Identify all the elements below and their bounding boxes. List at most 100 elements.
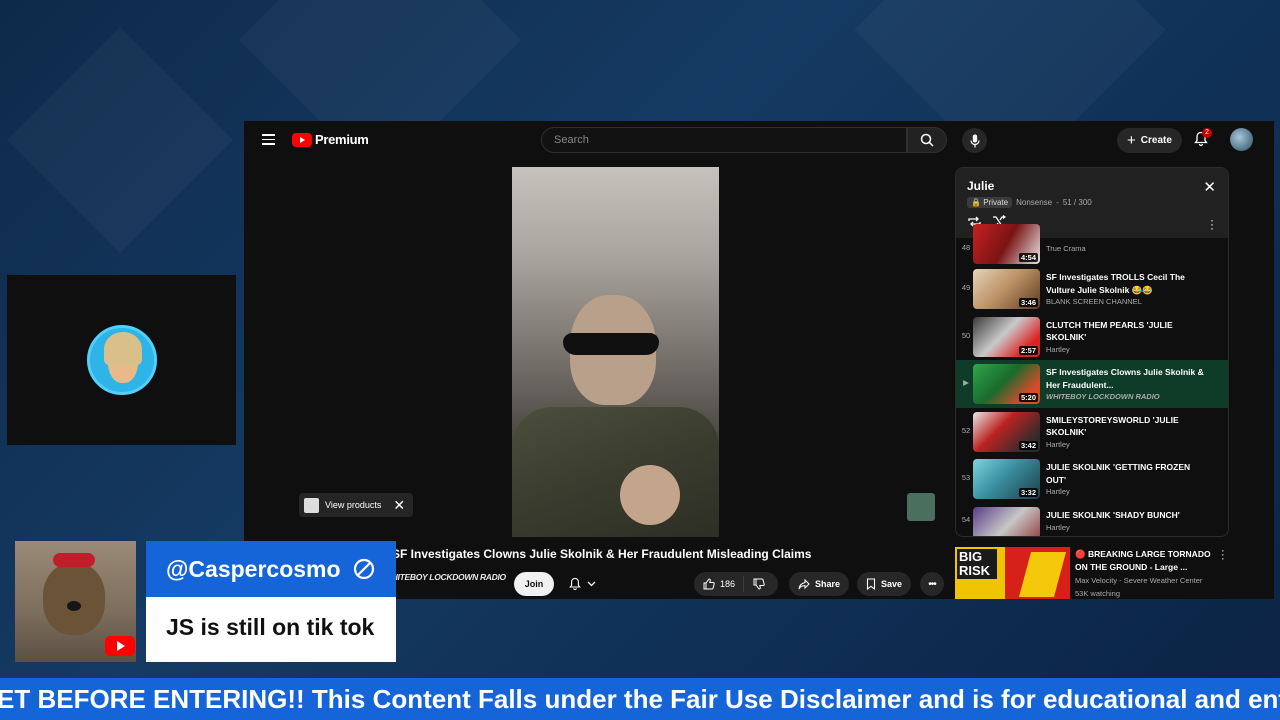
product-thumbnail bbox=[304, 497, 319, 513]
dislike-button[interactable] bbox=[744, 578, 765, 590]
playlist-item-channel: Hartley bbox=[1046, 439, 1070, 449]
close-icon[interactable]: ✕ bbox=[1203, 178, 1216, 196]
playlist-item-thumbnail: 3:42 bbox=[973, 411, 1040, 452]
playlist-panel: Julie 🔒 Private Nonsense - 51 / 300 ✕ · ·… bbox=[955, 167, 1229, 537]
playlist-item[interactable]: 53 3:32 JULIE SKOLNIK 'GETTING FROZEN OU… bbox=[956, 455, 1228, 503]
video-figure-hand bbox=[620, 465, 680, 525]
playlist-item-channel: WHITEBOY LOCKDOWN RADIO bbox=[1046, 392, 1160, 401]
view-products-chip[interactable]: View products ✕ bbox=[299, 493, 414, 517]
save-button[interactable]: Save bbox=[857, 572, 912, 596]
menu-icon[interactable] bbox=[262, 134, 275, 145]
create-button[interactable]: + Create bbox=[1117, 128, 1182, 153]
playlist-item-title: SF Investigates TROLLS Cecil The Vulture… bbox=[1046, 272, 1185, 295]
youtube-badge-icon bbox=[105, 636, 135, 656]
video-figure-body bbox=[512, 407, 719, 537]
video-player[interactable] bbox=[512, 167, 719, 537]
thumbs-up-icon bbox=[703, 578, 715, 590]
playlist-item-channel: BLANK SCREEN CHANNEL bbox=[1046, 297, 1142, 306]
chevron-down-icon bbox=[587, 581, 595, 587]
playlist-separator: - bbox=[1056, 198, 1059, 207]
dog-bow bbox=[53, 553, 95, 567]
create-label: Create bbox=[1140, 135, 1172, 146]
playlist-item-duration: 3:32 bbox=[1018, 488, 1038, 497]
dog-head bbox=[43, 563, 105, 635]
product-preview-thumbnail[interactable] bbox=[907, 493, 935, 521]
playlist-item[interactable]: 50 2:57 CLUTCH THEM PEARLS 'JULIE SKOLNI… bbox=[956, 313, 1228, 361]
recommendation-item[interactable]: BIG RISK 🔴 BREAKING LARGE TORNADO ON THE… bbox=[955, 546, 1235, 599]
playlist-item-duration: 2:57 bbox=[1018, 345, 1038, 355]
avatar-hair bbox=[104, 332, 142, 366]
video-figure-sunglasses bbox=[563, 333, 659, 355]
playlist-item-title: SF Investigates Clowns Julie Skolnik & H… bbox=[1046, 367, 1204, 390]
youtube-play-icon bbox=[292, 132, 312, 147]
background-diamond bbox=[7, 27, 233, 253]
commenter-avatar bbox=[15, 541, 136, 662]
playlist-item[interactable]: 49 3:46 SF Investigates TROLLS Cecil The… bbox=[956, 265, 1228, 313]
notifications-button[interactable]: 2 bbox=[1194, 128, 1212, 152]
recommendation-channel: Max Velocity - Severe Weather Center bbox=[1075, 576, 1203, 585]
streamer-panel bbox=[7, 275, 236, 445]
microphone-icon bbox=[969, 134, 980, 147]
playlist-item-index: 50 bbox=[961, 330, 971, 340]
streamer-avatar bbox=[87, 325, 157, 395]
playlist-item-title: JULIE SKOLNIK 'GETTING FROZEN OUT' bbox=[1046, 462, 1191, 485]
recommendation-thumb-text: BIG RISK bbox=[957, 549, 997, 579]
recommendation-viewers: 53K watching bbox=[1075, 589, 1121, 598]
plus-icon: + bbox=[1127, 132, 1136, 149]
now-playing-icon: ▶ bbox=[963, 378, 969, 387]
share-label: Share bbox=[815, 579, 841, 589]
playlist-item-channel: Hartley bbox=[1046, 344, 1070, 354]
playlist-item-duration: 3:46 bbox=[1018, 298, 1038, 307]
playlist-item-index: 53 bbox=[961, 473, 971, 482]
playlist-item-duration: 3:42 bbox=[1018, 440, 1038, 450]
chat-username-bar: @Caspercosmo bbox=[146, 541, 396, 597]
search-input[interactable]: Search bbox=[541, 127, 907, 153]
lock-icon: 🔒 bbox=[971, 198, 981, 207]
playlist-item-index: 54 bbox=[961, 514, 971, 524]
subscription-bell-button[interactable] bbox=[562, 572, 602, 596]
thumbs-down-icon bbox=[753, 578, 765, 590]
youtube-premium-logo[interactable]: Premium bbox=[292, 132, 369, 147]
chat-message: JS is still on tik tok bbox=[146, 597, 396, 662]
disclaimer-ticker: ET BEFORE ENTERING!! This Content Falls … bbox=[0, 678, 1280, 720]
playlist-item-current[interactable]: ▶ 5:20 SF Investigates Clowns Julie Skol… bbox=[956, 360, 1228, 408]
playlist-item-title: JULIE SKOLNIK 'SHADY BUNCH' bbox=[1046, 509, 1180, 520]
share-button[interactable]: Share bbox=[789, 572, 850, 596]
more-actions-button[interactable]: ••• bbox=[920, 572, 944, 596]
search-button[interactable] bbox=[907, 127, 947, 153]
playlist-item[interactable]: 52 3:42 SMILEYSTOREYSWORLD 'JULIE SKOLNI… bbox=[956, 408, 1228, 456]
recommendation-thumbnail: BIG RISK bbox=[955, 547, 1070, 599]
playlist-item-thumbnail: 2:57 bbox=[973, 316, 1040, 357]
more-horizontal-icon: ••• bbox=[928, 578, 936, 590]
playlist-item-thumbnail: 4:54 bbox=[973, 224, 1040, 264]
more-vertical-icon[interactable]: · · · bbox=[1221, 546, 1225, 565]
close-icon[interactable]: ✕ bbox=[393, 497, 405, 514]
playlist-item-thumbnail bbox=[973, 506, 1040, 536]
like-button[interactable]: 186 bbox=[694, 576, 745, 592]
private-badge: 🔒 Private bbox=[967, 197, 1013, 208]
voice-search-button[interactable] bbox=[962, 128, 987, 153]
playlist-item-channel: True Crama bbox=[1046, 244, 1086, 253]
dog-nose bbox=[67, 601, 81, 611]
playlist-item-title: CLUTCH THEM PEARLS 'JULIE SKOLNIK' bbox=[1046, 319, 1173, 343]
playlist-item-title: SMILEYSTOREYSWORLD 'JULIE SKOLNIK' bbox=[1046, 414, 1179, 438]
playlist-item-index: 49 bbox=[961, 283, 971, 292]
bookmark-icon bbox=[866, 578, 876, 590]
playlist-item[interactable]: 54 JULIE SKOLNIK 'SHADY BUNCH' Hartley bbox=[956, 503, 1228, 536]
logo-text: Premium bbox=[315, 132, 369, 147]
account-avatar[interactable] bbox=[1230, 128, 1253, 151]
playlist-item[interactable]: 48 4:54 True Crama bbox=[956, 224, 1228, 265]
playlist-owner[interactable]: Nonsense bbox=[1016, 198, 1052, 207]
join-button[interactable]: Join bbox=[514, 572, 554, 596]
save-label: Save bbox=[881, 579, 903, 589]
more-vertical-icon[interactable]: · · · bbox=[1210, 214, 1214, 234]
playlist-item-channel: Hartley bbox=[1046, 522, 1070, 532]
playlist-item-channel: Hartley bbox=[1046, 487, 1070, 496]
playlist-items: 48 4:54 True Crama 49 3:46 SF Investigat… bbox=[956, 224, 1228, 536]
playlist-meta: 🔒 Private Nonsense - 51 / 300 bbox=[967, 197, 1092, 208]
channel-name[interactable]: WHITEBOY LOCKDOWN RADIO bbox=[384, 572, 506, 582]
playlist-position: 51 / 300 bbox=[1062, 198, 1092, 207]
ticker-text: ET BEFORE ENTERING!! This Content Falls … bbox=[0, 684, 1280, 714]
playlist-item-thumbnail: 3:32 bbox=[973, 459, 1040, 499]
moderator-icon bbox=[353, 558, 374, 580]
